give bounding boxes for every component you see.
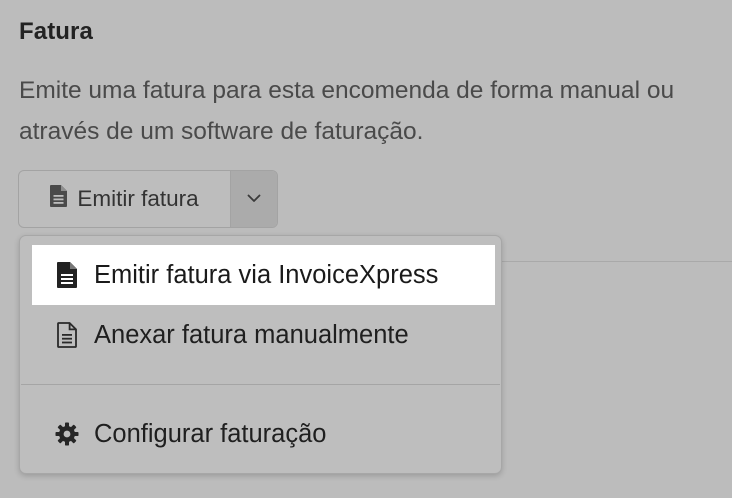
issue-invoice-button[interactable]: Emitir fatura	[19, 171, 230, 227]
menu-item-label: Anexar fatura manualmente	[94, 320, 409, 349]
invoice-section: Fatura Emite uma fatura para esta encome…	[0, 0, 732, 498]
section-title: Fatura	[19, 18, 93, 45]
document-icon	[50, 185, 68, 213]
invoice-dropdown-menu: Emitir fatura via InvoiceXpress Anexar f…	[19, 235, 502, 474]
split-dropdown-toggle[interactable]	[231, 171, 277, 227]
document-outline-icon	[54, 322, 80, 348]
menu-item-label: Emitir fatura via InvoiceXpress	[94, 260, 439, 289]
gear-icon	[54, 422, 80, 446]
issue-invoice-label: Emitir fatura	[77, 186, 199, 211]
menu-item-configure-invoicing[interactable]: Configurar faturação	[32, 404, 495, 464]
menu-item-attach-manually[interactable]: Anexar fatura manualmente	[32, 305, 495, 365]
chevron-down-icon	[247, 190, 261, 208]
issue-invoice-split-button: Emitir fatura	[18, 170, 278, 228]
menu-item-invoicexpress[interactable]: Emitir fatura via InvoiceXpress	[32, 245, 495, 305]
section-description: Emite uma fatura para esta encomenda de …	[19, 77, 675, 145]
section-divider	[502, 261, 732, 262]
menu-separator	[21, 384, 500, 385]
menu-item-label: Configurar faturação	[94, 419, 327, 448]
document-filled-icon	[54, 262, 80, 288]
